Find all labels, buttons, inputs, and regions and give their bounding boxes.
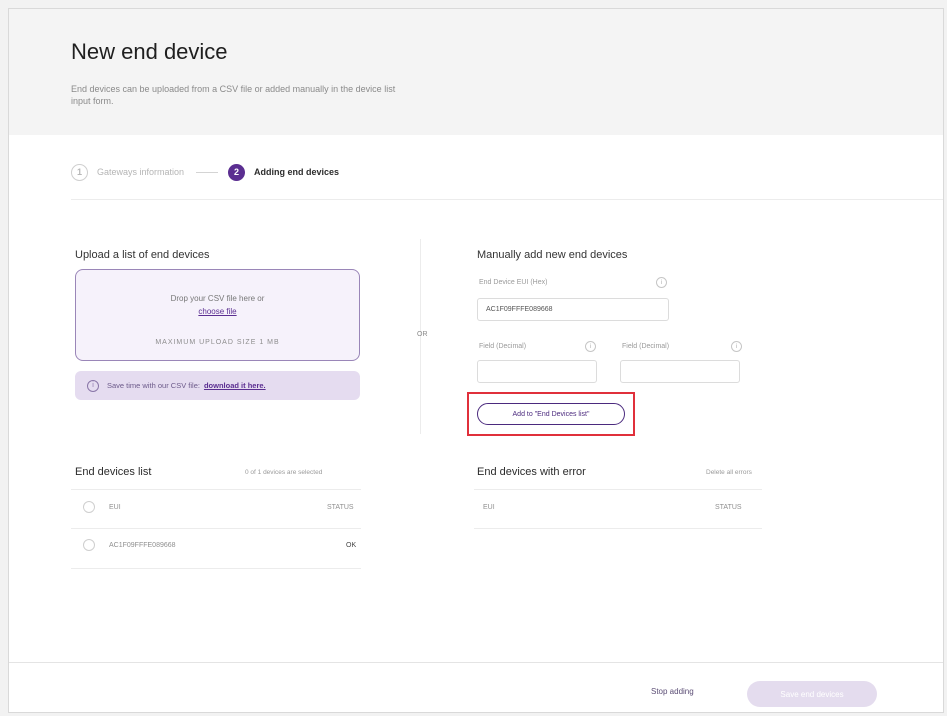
- info-icon: i: [87, 379, 99, 392]
- error-list-title: End devices with error: [477, 466, 586, 478]
- new-end-device-page: New end device End devices can be upload…: [8, 8, 944, 713]
- or-label: OR: [417, 331, 428, 338]
- euid-label: End Device EUI (Hex): [479, 279, 548, 286]
- save-end-devices-button[interactable]: Save end devices: [747, 681, 877, 707]
- delete-errors-link[interactable]: Delete all errors: [706, 469, 752, 476]
- csv-dropzone[interactable]: Drop your CSV file here or choose file M…: [75, 269, 360, 361]
- select-all-radio[interactable]: [83, 501, 95, 513]
- stepper-divider: [71, 199, 943, 200]
- page-subtitle: End devices can be uploaded from a CSV f…: [71, 84, 396, 106]
- row-divider: [71, 528, 361, 529]
- page-title: New end device: [71, 39, 228, 64]
- step-1-circle[interactable]: 1: [71, 163, 88, 181]
- row-eui: AC1F09FFFE089668: [109, 542, 176, 549]
- upload-section-title: Upload a list of end devices: [75, 249, 210, 261]
- euid-info-icon[interactable]: i: [656, 277, 667, 288]
- choose-file-link[interactable]: choose file: [76, 307, 359, 316]
- field3-input[interactable]: [620, 360, 740, 383]
- error-column-header-status[interactable]: STATUS: [715, 504, 742, 511]
- error-column-header-eui: EUI: [483, 504, 495, 511]
- stepper: 1 Gateways information 2 Adding end devi…: [71, 160, 339, 184]
- dropzone-text: Drop your CSV file here or: [170, 294, 265, 303]
- step-2-label: Adding end devices: [254, 167, 340, 177]
- hint-text: Save time with our CSV file:: [107, 381, 200, 390]
- error-header-divider: [474, 489, 762, 490]
- footer-divider: [9, 662, 943, 663]
- field3-info-icon[interactable]: i: [731, 341, 742, 352]
- csv-template-hint: i Save time with our CSV file: download …: [75, 371, 360, 400]
- euid-input[interactable]: AC1F09FFFE089668: [477, 298, 669, 321]
- add-to-list-button[interactable]: Add to "End Devices list": [477, 403, 625, 425]
- manual-section-title: Manually add new end devices: [477, 249, 628, 261]
- field2-info-icon[interactable]: i: [585, 341, 596, 352]
- row-status: OK: [346, 542, 357, 549]
- list-header-divider: [71, 489, 361, 490]
- field2-label: Field (Decimal): [479, 343, 527, 350]
- row-select-radio[interactable]: [83, 539, 95, 551]
- step-2-circle: 2: [228, 163, 246, 181]
- stop-adding-button[interactable]: Stop adding: [651, 687, 694, 696]
- field2-input[interactable]: [477, 360, 597, 383]
- row-divider: [474, 528, 762, 529]
- download-template-link[interactable]: download it here.: [204, 381, 266, 390]
- field3-label: Field (Decimal): [622, 343, 670, 350]
- step-connector: [196, 171, 219, 173]
- column-header-eui: EUI: [109, 504, 121, 511]
- page-header: New end device End devices can be upload…: [9, 9, 943, 135]
- selection-count: 0 of 1 devices are selected: [245, 469, 323, 476]
- end-devices-list-title: End devices list: [75, 466, 152, 478]
- upload-size-note: MAXIMUM UPLOAD SIZE 1 MB: [155, 339, 280, 346]
- column-header-status: STATUS: [327, 504, 354, 511]
- step-1-label[interactable]: Gateways information: [97, 167, 184, 177]
- row-divider: [71, 568, 361, 569]
